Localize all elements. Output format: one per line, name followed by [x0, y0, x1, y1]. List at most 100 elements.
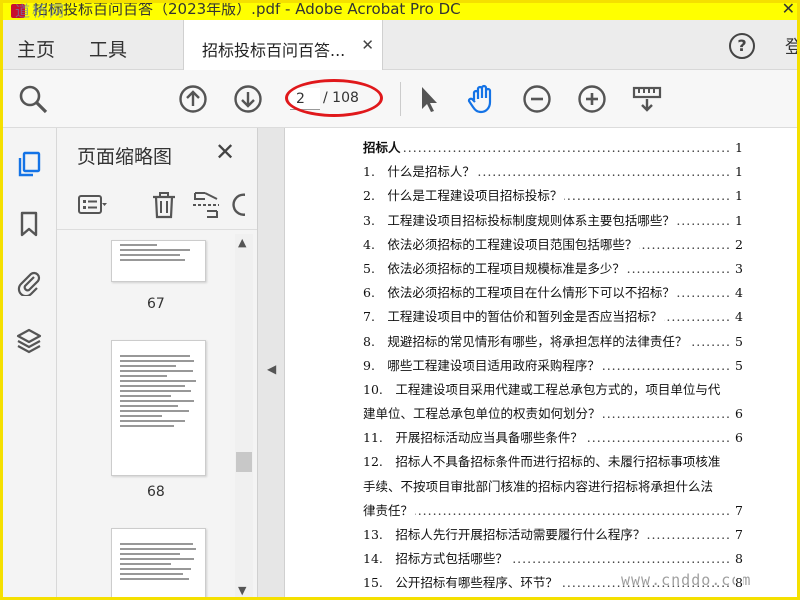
bookmarks-icon[interactable] [15, 210, 43, 238]
toc-entry-text: 11. 开展招标活动应当具备哪些条件？ [363, 426, 585, 451]
tab-close-icon[interactable]: ✕ [361, 36, 374, 54]
toc-row[interactable]: 13. 招标人先行开展招标活动需要履行什么程序？................… [363, 523, 743, 548]
toc-row[interactable]: 建单位、工程总承包单位的权责如何划分？.....................… [363, 402, 743, 427]
tab-document[interactable]: 招标投标百问百答... ✕ [183, 20, 383, 70]
scroll-down-icon[interactable]: ▼ [238, 584, 246, 597]
toc-entry-text: 12. 招标人不具备招标条件而进行招标的、未履行招标事项核准 [363, 450, 723, 475]
toc-entry-text: 建单位、工程总承包单位的权责如何划分？ [363, 402, 603, 427]
next-page-icon[interactable] [232, 83, 264, 115]
scroll-mode-icon[interactable] [631, 83, 663, 115]
thumbnail-list: 67 68 [57, 234, 233, 597]
tab-document-label: 招标投标百问百答... [202, 41, 346, 60]
previous-page-icon[interactable] [177, 83, 209, 115]
left-rail [3, 128, 57, 597]
select-cursor-icon[interactable] [413, 83, 445, 115]
collapse-arrow-icon[interactable]: ◀ [267, 362, 276, 376]
toc-entry-text: 6. 依法必须招标的工程项目在什么情形下可以不招标？ [363, 281, 677, 306]
window-title: 招标投标百问百答（2023年版）.pdf - Adobe Acrobat Pro… [33, 3, 461, 18]
thumbnails-panel: 页面缩略图 ✕ 67 68 ▲ ▼ [57, 128, 257, 597]
toc-row[interactable]: 7. 工程建设项目中的暂估价和暂列金是否应当招标？...............… [363, 305, 743, 330]
table-of-contents: 招标人.....................................… [363, 136, 743, 596]
toc-page-number: 4 [735, 305, 743, 330]
toc-entry-text: 手续、不按项目审批部门核准的招标内容进行招标将承担什么法 [363, 474, 716, 499]
toc-entry-text: 4. 依法必须招标的工程建设项目范围包括哪些？ [363, 232, 640, 257]
toc-row[interactable]: 招标人.....................................… [363, 136, 743, 161]
zoom-in-icon[interactable] [576, 83, 608, 115]
toc-row[interactable]: 5. 依法必须招标的工程项目规模标准是多少？..................… [363, 256, 743, 282]
toc-page-number: 6 [735, 402, 743, 427]
panel-collapse-strip[interactable]: ◀ [257, 128, 285, 597]
thumbnail-page-68[interactable] [111, 340, 206, 476]
toc-row[interactable]: 15. 公开招标有哪些程序、环节？.......................… [363, 571, 743, 596]
toc-page-number: 8 [735, 571, 743, 596]
toc-entry-text: 律责任？ [363, 498, 416, 524]
toc-page-number: 7 [735, 498, 743, 524]
toc-page-number: 1 [735, 208, 743, 233]
panel-title: 页面缩略图 [77, 146, 173, 168]
tab-tools[interactable]: 工具 [89, 35, 127, 62]
document-view[interactable]: 招标人.....................................… [285, 128, 797, 597]
toc-leader-dots: ........................................… [363, 140, 729, 155]
toc-row[interactable]: 6. 依法必须招标的工程项目在什么情形下可以不招标？..............… [363, 281, 743, 306]
toc-row[interactable]: 10. 工程建设项目采用代建或工程总承包方式的，项目单位与代 [363, 377, 743, 403]
toc-page-number: 1 [735, 136, 743, 161]
thumbnail-options-icon[interactable] [77, 190, 107, 220]
scrollbar-thumb[interactable] [236, 452, 252, 472]
toolbar-divider [400, 82, 401, 116]
toc-entry-text: 15. 公开招标有哪些程序、环节？ [363, 571, 560, 596]
rotate-page-icon[interactable] [229, 190, 245, 220]
toc-entry-text: 5. 依法必须招标的工程项目规模标准是多少？ [363, 256, 627, 282]
toc-row[interactable]: 手续、不按项目审批部门核准的招标内容进行招标将承担什么法 [363, 474, 743, 499]
attachments-icon[interactable] [15, 268, 43, 298]
help-icon[interactable]: ? [729, 33, 755, 59]
toc-entry-text: 1. 什么是招标人？ [363, 160, 477, 185]
thumbnail-page-67[interactable] [111, 240, 206, 282]
zoom-search-icon[interactable] [17, 83, 49, 115]
toc-row[interactable]: 1. 什么是招标人？..............................… [363, 160, 743, 185]
toc-entry-text: 13. 招标人先行开展招标活动需要履行什么程序？ [363, 523, 648, 548]
toc-page-number: 6 [735, 426, 743, 451]
thumbnail-label: 67 [147, 296, 165, 312]
highlight-annotation-oval [285, 79, 383, 117]
sign-in-link[interactable]: 登 [785, 33, 797, 59]
toc-row[interactable]: 9. 哪些工程建设项目适用政府采购程序？....................… [363, 353, 743, 378]
main-toolbar: 2 / 108 [3, 70, 797, 128]
toc-entry-text: 9. 哪些工程建设项目适用政府采购程序？ [363, 353, 602, 378]
toc-page-number: 8 [735, 547, 743, 572]
page-thumbnails-icon[interactable] [15, 150, 43, 178]
thumbnail-scrollbar[interactable]: ▲ ▼ [235, 234, 253, 597]
layers-icon[interactable] [15, 326, 43, 354]
thumbnail-toolbar [57, 186, 257, 230]
toc-page-number: 5 [735, 353, 743, 378]
toc-entry-text: 7. 工程建设项目中的暂估价和暂列金是否应当招标？ [363, 305, 665, 330]
delete-page-icon[interactable] [149, 190, 179, 220]
toc-page-number: 1 [735, 184, 743, 209]
toc-entry-text: 招标人 [363, 136, 403, 161]
toc-leader-dots: ........................................… [363, 502, 729, 518]
toc-page-number: 3 [735, 256, 743, 282]
toc-row[interactable]: 8. 规避招标的常见情形有哪些，将承担怎样的法律责任？.............… [363, 329, 743, 354]
scroll-up-icon[interactable]: ▲ [238, 236, 246, 249]
toc-row[interactable]: 14. 招标方式包括哪些？...........................… [363, 547, 743, 572]
app-window: 招标投标百问百答（2023年版）.pdf - Adobe Acrobat Pro… [0, 0, 800, 600]
toc-row[interactable]: 4. 依法必须招标的工程建设项目范围包括哪些？.................… [363, 232, 743, 257]
toc-page-number: 1 [735, 160, 743, 185]
toc-page-number: 4 [735, 281, 743, 306]
thumbnail-label: 68 [147, 484, 165, 500]
zoom-out-icon[interactable] [521, 83, 553, 115]
title-bar: 招标投标百问百答（2023年版）.pdf - Adobe Acrobat Pro… [3, 3, 797, 20]
toc-row[interactable]: 2. 什么是工程建设项目招标投标？.......................… [363, 184, 743, 209]
extract-page-icon[interactable] [191, 190, 221, 220]
toc-entry-text: 3. 工程建设项目招标投标制度规则体系主要包括哪些？ [363, 208, 677, 233]
toc-row[interactable]: 律责任？....................................… [363, 498, 743, 524]
toc-row[interactable]: 11. 开展招标活动应当具备哪些条件？.....................… [363, 426, 743, 451]
hand-tool-icon[interactable] [466, 83, 498, 115]
window-close-icon[interactable]: ✕ [782, 3, 795, 18]
toc-row[interactable]: 3. 工程建设项目招标投标制度规则体系主要包括哪些？..............… [363, 208, 743, 233]
toc-row[interactable]: 12. 招标人不具备招标条件而进行招标的、未履行招标事项核准 [363, 450, 743, 475]
thumbnail-page-69[interactable] [111, 528, 206, 597]
toc-page-number: 5 [735, 329, 743, 354]
toc-entry-text: 8. 规避招标的常见情形有哪些，将承担怎样的法律责任？ [363, 329, 690, 354]
panel-close-icon[interactable]: ✕ [215, 138, 235, 166]
tab-home[interactable]: 主页 [17, 35, 55, 62]
